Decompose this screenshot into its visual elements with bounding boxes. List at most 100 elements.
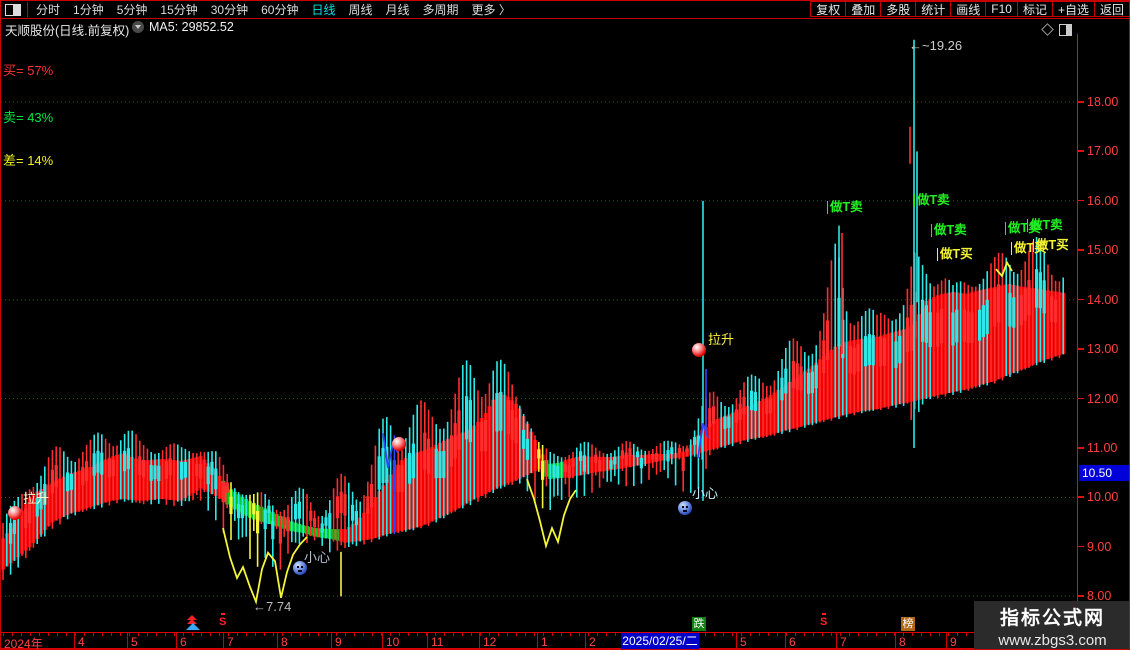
action-F10[interactable]: F10 (985, 1, 1018, 17)
month-label-12: 12 (483, 635, 497, 649)
month-label-7: 7 (227, 635, 234, 649)
title-row: 天顺股份(日线.前复权) MA5: 29852.52 (1, 18, 1129, 38)
minor-tick (372, 633, 373, 636)
minor-tick (129, 633, 130, 636)
minor-tick (939, 633, 940, 636)
axis-tick (1078, 447, 1084, 449)
minor-tick (849, 633, 850, 636)
minor-tick (723, 633, 724, 636)
minor-tick (579, 633, 580, 636)
minor-tick (183, 633, 184, 636)
ma5-value: MA5: 29852.52 (149, 20, 234, 34)
minor-tick (534, 633, 535, 636)
month-boundary (127, 633, 128, 649)
action-复权[interactable]: 复权 (810, 1, 847, 17)
minor-tick (48, 633, 49, 636)
minor-tick (75, 633, 76, 636)
minor-tick (570, 633, 571, 636)
minor-tick (903, 633, 904, 636)
axis-tick (1078, 397, 1084, 400)
minor-tick (507, 633, 508, 636)
minor-tick (813, 633, 814, 636)
action-多股[interactable]: 多股 (880, 1, 917, 17)
action-画线[interactable]: 画线 (950, 1, 987, 17)
period-menu: 分时 1分钟 5分钟 15分钟 30分钟 60分钟 日线 周线 月线 多周期 更多 〉 (36, 1, 511, 18)
price-label-12.00: 12.00 (1087, 391, 1119, 406)
action-返回[interactable]: 返回 (1093, 1, 1129, 17)
month-label-9: 9 (950, 635, 957, 649)
month-label-5: 5 (740, 635, 747, 649)
minor-tick (930, 633, 931, 636)
minor-tick (354, 633, 355, 636)
minor-tick (138, 633, 139, 636)
axis-tick (1078, 199, 1084, 202)
selected-date-box[interactable]: 2025/02/25/二 (621, 633, 699, 649)
minor-tick (840, 633, 841, 636)
price-label-9.00: 9.00 (1087, 539, 1112, 554)
minor-tick (948, 633, 949, 636)
month-label-4: 4 (78, 635, 85, 649)
menu-item-分时[interactable]: 分时 (36, 1, 60, 18)
action-标记[interactable]: 标记 (1016, 1, 1053, 17)
minor-tick (219, 633, 220, 636)
month-label-10: 10 (386, 635, 400, 649)
minor-tick (597, 633, 598, 636)
month-boundary (382, 633, 383, 649)
menu-item-1分钟[interactable]: 1分钟 (73, 1, 104, 18)
minor-tick (822, 633, 823, 636)
minor-tick (831, 633, 832, 636)
minor-tick (552, 633, 553, 636)
price-label-11.00: 11.00 (1087, 441, 1118, 455)
minor-tick (201, 633, 202, 636)
menu-item-60分钟[interactable]: 60分钟 (261, 1, 298, 18)
minor-tick (273, 633, 274, 636)
menu-item-周线[interactable]: 周线 (348, 1, 372, 18)
minor-tick (39, 633, 40, 636)
minor-tick (966, 633, 967, 636)
axis-tick (1078, 496, 1084, 498)
minor-tick (786, 633, 787, 636)
minor-tick (111, 633, 112, 636)
menu-item-月线[interactable]: 月线 (386, 1, 410, 18)
minor-tick (795, 633, 796, 636)
month-boundary (176, 633, 177, 649)
month-label-5: 5 (131, 635, 138, 649)
menu-item-5分钟[interactable]: 5分钟 (117, 1, 148, 18)
minor-tick (174, 633, 175, 636)
month-label-9: 9 (335, 635, 342, 649)
action-+自选[interactable]: +自选 (1051, 1, 1095, 17)
action-叠加[interactable]: 叠加 (845, 1, 882, 17)
menu-item-多周期[interactable]: 多周期 (423, 1, 459, 18)
month-label-11: 11 (431, 635, 444, 649)
minor-tick (318, 633, 319, 636)
axis-tick (1078, 298, 1084, 301)
minor-tick (732, 633, 733, 636)
minor-tick (291, 633, 292, 636)
month-boundary (836, 633, 837, 649)
month-boundary (736, 633, 737, 649)
minor-tick (471, 633, 472, 636)
action-menu: 复权 叠加 多股 统计 画线 F10 标记 +自选 返回 (810, 1, 1129, 17)
menu-item-更多 〉[interactable]: 更多 〉 (472, 1, 511, 18)
menu-item-日线[interactable]: 日线 (311, 1, 335, 18)
minor-tick (867, 633, 868, 636)
minor-tick (264, 633, 265, 636)
minor-tick (255, 633, 256, 636)
minor-tick (426, 633, 427, 636)
minor-tick (759, 633, 760, 636)
month-boundary (895, 633, 896, 649)
window-icon[interactable] (5, 3, 21, 16)
minor-tick (300, 633, 301, 636)
candlestick-chart[interactable] (1, 34, 1077, 632)
action-统计[interactable]: 统计 (915, 1, 952, 17)
month-label-8: 8 (281, 635, 288, 649)
menu-item-30分钟[interactable]: 30分钟 (211, 1, 248, 18)
minor-tick (66, 633, 67, 636)
chevron-down-icon[interactable] (132, 21, 144, 33)
minor-tick (3, 633, 4, 636)
month-boundary (585, 633, 586, 649)
menu-item-15分钟[interactable]: 15分钟 (160, 1, 197, 18)
axis-tick (1078, 545, 1084, 548)
minor-tick (714, 633, 715, 636)
minor-tick (57, 633, 58, 636)
